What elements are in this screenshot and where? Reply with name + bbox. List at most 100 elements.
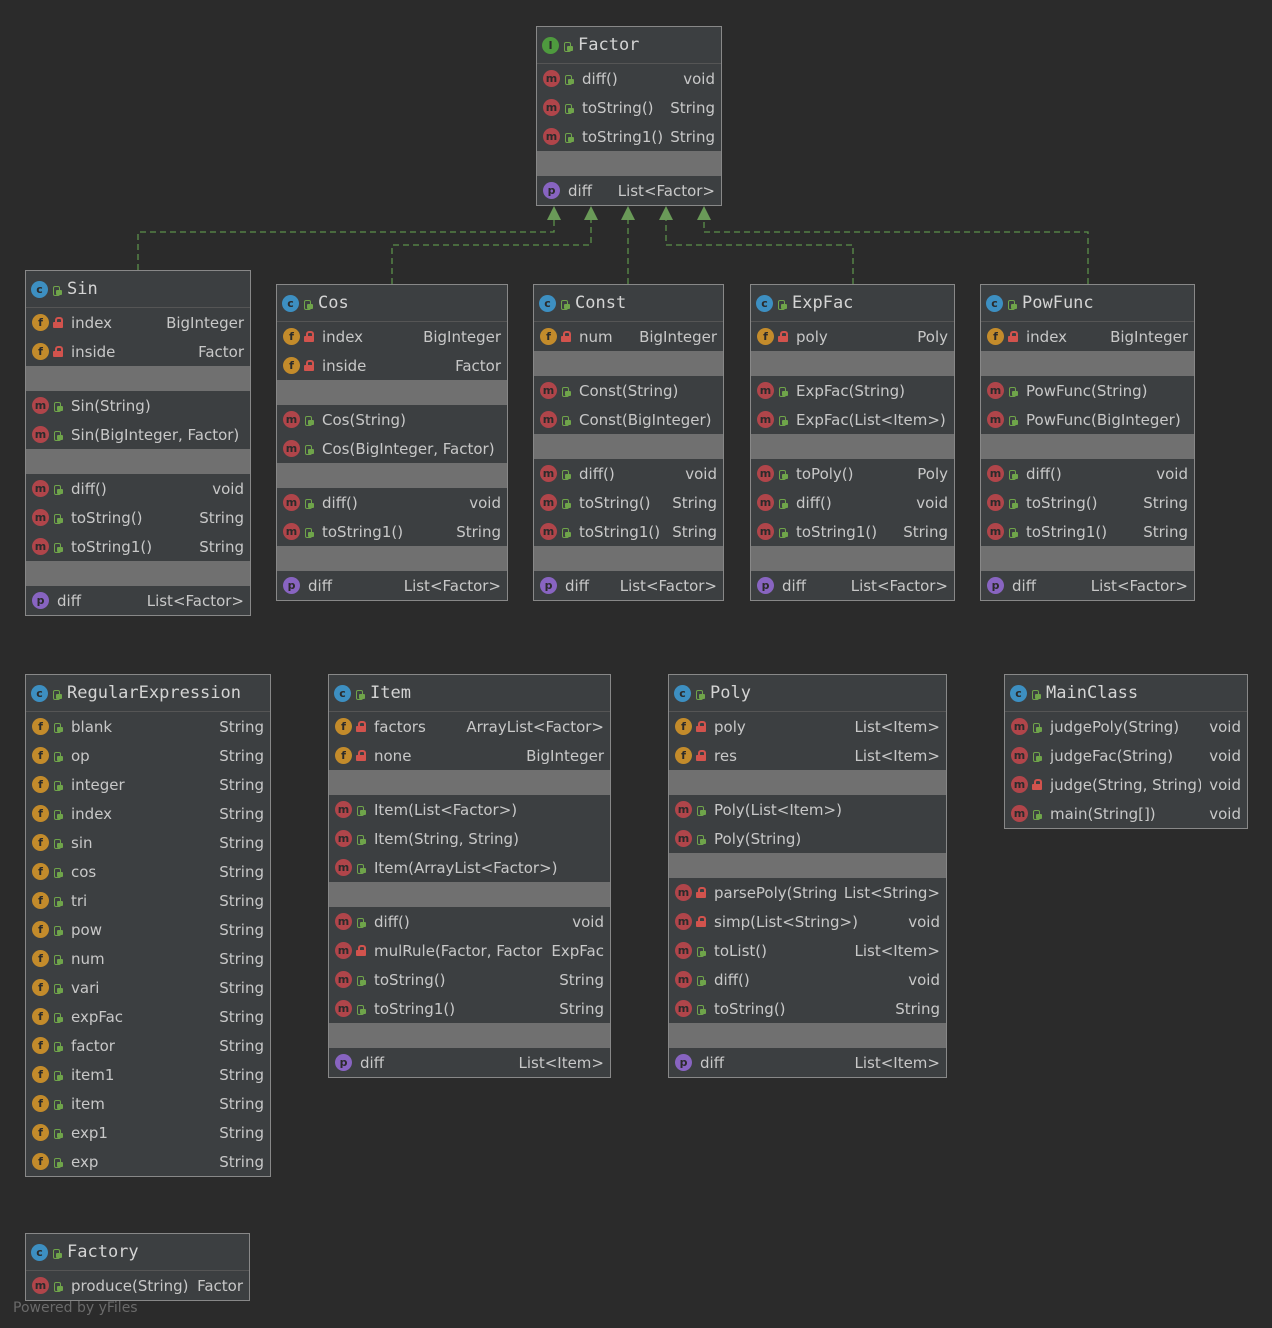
- field-row-exp1[interactable]: f exp1 String: [26, 1118, 270, 1147]
- field-row-factors[interactable]: f factors ArrayList<Factor>: [329, 712, 610, 741]
- method-row-powfunc-biginteger[interactable]: m PowFunc(BigInteger): [981, 405, 1194, 434]
- method-row-tostring[interactable]: m toString() String: [537, 93, 721, 122]
- method-row-tostring1[interactable]: m toString1() String: [534, 517, 723, 546]
- field-row-blank[interactable]: f blank String: [26, 712, 270, 741]
- method-row-poly-string[interactable]: m Poly(String): [669, 824, 946, 853]
- method-row-tostring1[interactable]: m toString1() String: [751, 517, 954, 546]
- class-box-const[interactable]: c Const f num BigInteger m Const(String) m Const…: [533, 284, 724, 601]
- method-row-sin-biginteger-factor[interactable]: m Sin(BigInteger, Factor): [26, 420, 250, 449]
- member-name: toString(): [71, 508, 143, 527]
- method-row-main-string[interactable]: m main(String[]) void: [1005, 799, 1247, 828]
- field-row-exp[interactable]: f exp String: [26, 1147, 270, 1176]
- field-row-item1[interactable]: f item1 String: [26, 1060, 270, 1089]
- method-row-diff[interactable]: m diff() void: [751, 488, 954, 517]
- class-box-sin[interactable]: c Sin f index BigInteger f inside Factor m Sin(St…: [25, 270, 251, 616]
- method-row-item-arraylist-factor[interactable]: m Item(ArrayList<Factor>): [329, 853, 610, 882]
- method-row-diff[interactable]: m diff() void: [534, 459, 723, 488]
- field-row-num[interactable]: f num String: [26, 944, 270, 973]
- class-box-poly[interactable]: c Poly f poly List<Item> f res List<Item> m Poly(…: [668, 674, 947, 1078]
- field-row-none[interactable]: f none BigInteger: [329, 741, 610, 770]
- method-row-diff[interactable]: m diff() void: [669, 965, 946, 994]
- field-row-expfac[interactable]: f expFac String: [26, 1002, 270, 1031]
- class-box-regex[interactable]: c RegularExpression f blank String f op String f…: [25, 674, 271, 1177]
- class-box-expfac[interactable]: c ExpFac f poly Poly m ExpFac(String) m ExpFac(L…: [750, 284, 955, 601]
- method-row-const-string[interactable]: m Const(String): [534, 376, 723, 405]
- class-box-factory[interactable]: c Factory m produce(String) Factor: [25, 1233, 250, 1301]
- method-row-tostring[interactable]: m toString() String: [534, 488, 723, 517]
- member-name: ExpFac(List<Item>): [796, 410, 946, 429]
- class-box-powfunc[interactable]: c PowFunc f index BigInteger m PowFunc(String)…: [980, 284, 1195, 601]
- method-row-diff[interactable]: m diff() void: [26, 474, 250, 503]
- property-row-diff[interactable]: p diff List<Factor>: [981, 571, 1194, 600]
- field-row-integer[interactable]: f integer String: [26, 770, 270, 799]
- method-row-item-string-string[interactable]: m Item(String, String): [329, 824, 610, 853]
- field-row-index[interactable]: f index String: [26, 799, 270, 828]
- property-row-diff[interactable]: p diff List<Factor>: [537, 176, 721, 205]
- method-row-tostring1[interactable]: m toString1() String: [537, 122, 721, 151]
- method-row-tostring1[interactable]: m toString1() String: [981, 517, 1194, 546]
- method-row-judgepoly-string[interactable]: m judgePoly(String) void: [1005, 712, 1247, 741]
- field-row-num[interactable]: f num BigInteger: [534, 322, 723, 351]
- property-row-diff[interactable]: p diff List<Item>: [329, 1048, 610, 1077]
- method-row-powfunc-string[interactable]: m PowFunc(String): [981, 376, 1194, 405]
- method-row-sin-string[interactable]: m Sin(String): [26, 391, 250, 420]
- field-row-index[interactable]: f index BigInteger: [26, 308, 250, 337]
- property-row-diff[interactable]: p diff List<Factor>: [751, 571, 954, 600]
- field-row-poly[interactable]: f poly List<Item>: [669, 712, 946, 741]
- property-row-diff[interactable]: p diff List<Factor>: [277, 571, 507, 600]
- field-row-factor[interactable]: f factor String: [26, 1031, 270, 1060]
- method-row-diff[interactable]: m diff() void: [329, 907, 610, 936]
- method-row-cos-biginteger-factor[interactable]: m Cos(BigInteger, Factor): [277, 434, 507, 463]
- field-row-cos[interactable]: f cos String: [26, 857, 270, 886]
- method-row-topoly[interactable]: m toPoly() Poly: [751, 459, 954, 488]
- lock-icon: [304, 360, 314, 371]
- method-row-diff[interactable]: m diff() void: [277, 488, 507, 517]
- field-row-index[interactable]: f index BigInteger: [277, 322, 507, 351]
- field-row-inside[interactable]: f inside Factor: [277, 351, 507, 380]
- field-row-res[interactable]: f res List<Item>: [669, 741, 946, 770]
- method-row-diff[interactable]: m diff() void: [981, 459, 1194, 488]
- method-row-tostring[interactable]: m toString() String: [669, 994, 946, 1023]
- method-row-simp-list-string[interactable]: m simp(List<String>) void: [669, 907, 946, 936]
- field-row-item[interactable]: f item String: [26, 1089, 270, 1118]
- class-box-cos[interactable]: c Cos f index BigInteger f inside Factor m Cos(St…: [276, 284, 508, 601]
- class-box-factor[interactable]: I Factor m diff() void m toString() String m toSt…: [536, 26, 722, 206]
- class-box-item[interactable]: c Item f factors ArrayList<Factor> f none BigIn…: [328, 674, 611, 1078]
- public-visibility-icon: [696, 974, 706, 986]
- method-row-judge-string-string[interactable]: m judge(String, String) void: [1005, 770, 1247, 799]
- method-row-expfac-string[interactable]: m ExpFac(String): [751, 376, 954, 405]
- method-row-poly-list-item[interactable]: m Poly(List<Item>): [669, 795, 946, 824]
- method-row-tostring1[interactable]: m toString1() String: [329, 994, 610, 1023]
- member-name: Sin(BigInteger, Factor): [71, 425, 240, 444]
- method-row-diff[interactable]: m diff() void: [537, 64, 721, 93]
- field-row-pow[interactable]: f pow String: [26, 915, 270, 944]
- field-row-op[interactable]: f op String: [26, 741, 270, 770]
- field-row-tri[interactable]: f tri String: [26, 886, 270, 915]
- property-row-diff[interactable]: p diff List<Item>: [669, 1048, 946, 1077]
- field-row-sin[interactable]: f sin String: [26, 828, 270, 857]
- method-row-tostring[interactable]: m toString() String: [981, 488, 1194, 517]
- method-row-item-list-factor[interactable]: m Item(List<Factor>): [329, 795, 610, 824]
- method-row-tostring1[interactable]: m toString1() String: [26, 532, 250, 561]
- method-row-tostring[interactable]: m toString() String: [329, 965, 610, 994]
- method-row-mulrule-factor-factor[interactable]: m mulRule(Factor, Factor) ExpFac: [329, 936, 610, 965]
- field-row-index[interactable]: f index BigInteger: [981, 322, 1194, 351]
- class-box-mainclass[interactable]: c MainClass m judgePoly(String) void m judgeFa…: [1004, 674, 1248, 829]
- method-row-tolist[interactable]: m toList() List<Item>: [669, 936, 946, 965]
- method-icon: m: [1011, 718, 1028, 735]
- method-row-produce-string[interactable]: m produce(String) Factor: [26, 1271, 249, 1300]
- method-row-const-biginteger[interactable]: m Const(BigInteger): [534, 405, 723, 434]
- field-row-inside[interactable]: f inside Factor: [26, 337, 250, 366]
- method-icon: m: [1011, 776, 1028, 793]
- method-row-judgefac-string[interactable]: m judgeFac(String) void: [1005, 741, 1247, 770]
- property-row-diff[interactable]: p diff List<Factor>: [26, 586, 250, 615]
- field-row-poly[interactable]: f poly Poly: [751, 322, 954, 351]
- property-row-diff[interactable]: p diff List<Factor>: [534, 571, 723, 600]
- field-row-vari[interactable]: f vari String: [26, 973, 270, 1002]
- method-row-tostring[interactable]: m toString() String: [26, 503, 250, 532]
- method-row-parsepoly-string[interactable]: m parsePoly(String) List<String>: [669, 878, 946, 907]
- method-row-tostring1[interactable]: m toString1() String: [277, 517, 507, 546]
- public-visibility-icon: [356, 833, 366, 845]
- method-row-expfac-list-item[interactable]: m ExpFac(List<Item>): [751, 405, 954, 434]
- method-row-cos-string[interactable]: m Cos(String): [277, 405, 507, 434]
